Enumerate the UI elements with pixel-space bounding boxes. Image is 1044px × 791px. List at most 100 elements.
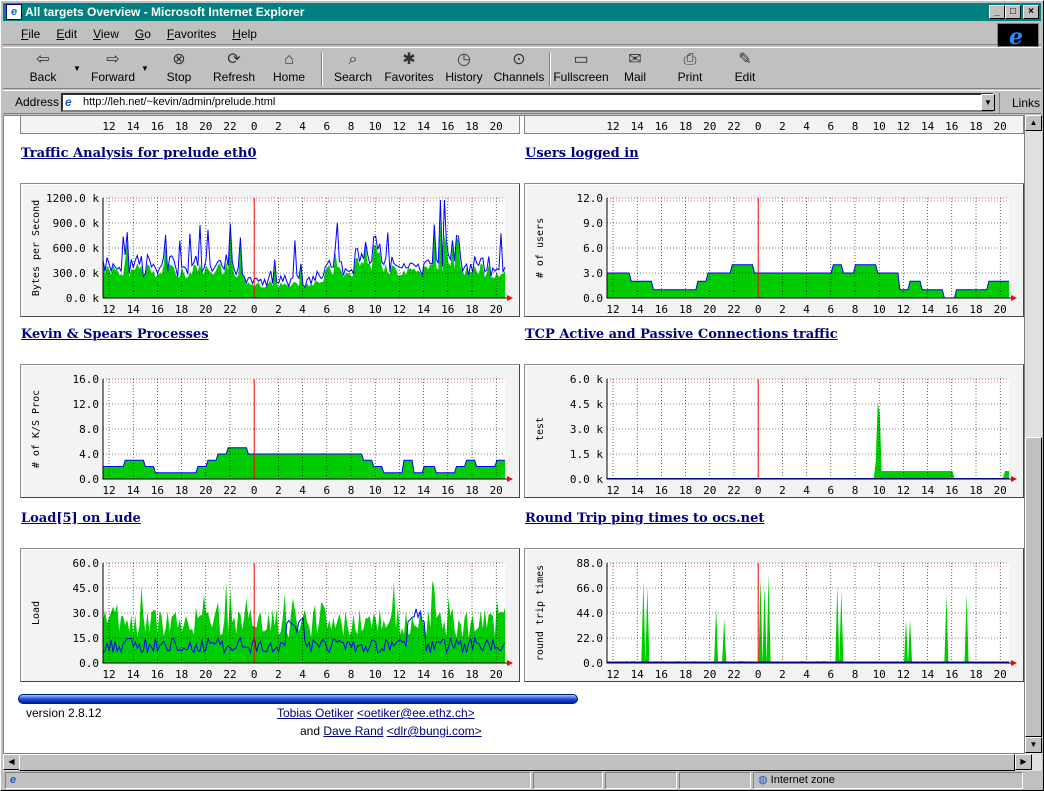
page-status-icon: e (10, 774, 17, 786)
x-tick-label: 12 (393, 120, 406, 133)
mail-button[interactable]: ✉ Mail (615, 50, 655, 88)
home-button[interactable]: ⌂ Home (265, 50, 313, 88)
author2-link[interactable]: Dave Rand (323, 724, 383, 738)
x-tick-label: 22 (223, 120, 236, 133)
x-tick-label: 18 (175, 120, 188, 133)
x-tick-label: 14 (921, 303, 935, 316)
email2-link[interactable]: <dlr@bungi.com> (387, 724, 482, 738)
fullscreen-button[interactable]: ▭ Fullscreen (553, 50, 609, 88)
address-dropdown-icon[interactable]: ▼ (981, 94, 995, 111)
x-tick-label: 18 (969, 484, 982, 497)
favorites-icon: ✱ (402, 51, 416, 68)
maximize-button[interactable]: □ (1005, 5, 1021, 19)
channels-button[interactable]: ⊙ Channels (491, 50, 547, 88)
horizontal-scroll-thumb[interactable] (19, 754, 1015, 771)
x-tick-label: 18 (969, 120, 982, 133)
x-tick-label: 16 (441, 484, 454, 497)
x-tick-label: 0 (251, 668, 258, 681)
back-arrow-icon: ⇦ (36, 51, 50, 68)
y-tick-label: 44.0 (577, 607, 604, 620)
graph-title-link[interactable]: TCP Active and Passive Connections traff… (525, 327, 838, 342)
x-tick-label: 16 (655, 120, 668, 133)
menu-edit[interactable]: Edit (56, 27, 77, 41)
history-button[interactable]: ◷ History (441, 50, 487, 88)
home-icon: ⌂ (284, 51, 294, 68)
favorites-button[interactable]: ✱ Favorites (383, 50, 435, 88)
version-text: version 2.8.12 (26, 706, 102, 720)
scroll-down-icon[interactable]: ▼ (1025, 737, 1042, 753)
graph-image[interactable]: 12 14 16 18 20 22 0 2 4 6 8 10 12 14 16 18 20 16.0 12.0 8.0… (20, 364, 520, 498)
graph-title-link[interactable]: Load[5] on Lude (21, 511, 141, 526)
x-tick-label: 0 (251, 303, 258, 316)
graph-title-link[interactable]: Traffic Analysis for prelude eth0 (21, 146, 257, 161)
graph-image[interactable]: 12 14 16 18 20 22 0 2 4 6 8 10 12 14 16 18 20 88.0 66.0 44.… (524, 548, 1024, 682)
refresh-button[interactable]: ⟳ Refresh (209, 50, 259, 88)
graph-image[interactable]: 12 14 16 18 20 22 0 2 4 6 8 10 12 14 16 18 20 6.0 k 4.5 k 3… (524, 364, 1024, 498)
back-button[interactable]: ⇦ Back (17, 50, 69, 88)
scroll-left-icon[interactable]: ◀ (3, 754, 20, 770)
x-tick-label: 16 (945, 120, 958, 133)
x-tick-label: 2 (779, 120, 786, 133)
menu-help[interactable]: Help (232, 27, 257, 41)
history-icon: ◷ (457, 51, 471, 68)
horizontal-scrollbar[interactable]: ◀ ▶ (3, 754, 1042, 771)
y-tick-label: 0.0 (583, 657, 603, 670)
edit-button[interactable]: ✎ Edit (725, 50, 765, 88)
x-tick-label: 18 (465, 484, 478, 497)
links-button[interactable]: Links (999, 93, 1040, 113)
x-tick-label: 12 (897, 303, 910, 316)
y-tick-label: 3.0 k (570, 423, 603, 436)
x-tick-label: 10 (873, 120, 886, 133)
channels-icon: ⊙ (512, 51, 526, 68)
graph-title-link[interactable]: Kevin & Spears Processes (21, 327, 209, 342)
address-input[interactable]: e http://leh.net/~kevin/admin/prelude.ht… (61, 93, 993, 112)
x-tick-label: 2 (275, 484, 282, 497)
menu-view[interactable]: View (93, 27, 119, 41)
x-tick-label: 18 (679, 484, 692, 497)
and-text: and (300, 724, 321, 738)
x-tick-label: 8 (348, 668, 355, 681)
x-tick-label: 20 (199, 303, 212, 316)
status-main: e (5, 772, 531, 789)
x-tick-label: 20 (199, 484, 212, 497)
x-tick-label: 22 (223, 484, 236, 497)
graph-image[interactable]: 12 14 16 18 20 22 0 2 4 6 8 10 12 14 16 18 20 1200.0 k 900… (20, 183, 520, 317)
y-tick-label: 0.0 k (66, 292, 99, 305)
x-tick-label: 20 (994, 484, 1007, 497)
x-tick-label: 20 (703, 120, 716, 133)
x-tick-label: 4 (803, 484, 810, 497)
x-tick-label: 4 (803, 120, 810, 133)
y-tick-label: 22.0 (577, 632, 604, 645)
graph-title-link[interactable]: Users logged in (525, 146, 639, 161)
vertical-scrollbar[interactable]: ▲ ▼ (1025, 115, 1042, 754)
x-tick-label: 12 (393, 303, 406, 316)
close-button[interactable]: × (1023, 5, 1039, 19)
vertical-scroll-thumb[interactable] (1025, 437, 1042, 737)
search-button[interactable]: ⌕ Search (329, 50, 377, 88)
email1-link[interactable]: <oetiker@ee.ethz.ch> (357, 706, 475, 720)
x-tick-label: 20 (703, 303, 716, 316)
x-tick-label: 22 (727, 484, 740, 497)
minimize-button[interactable]: _ (989, 5, 1005, 19)
menu-go[interactable]: Go (135, 27, 151, 41)
back-dropdown-icon[interactable]: ▼ (73, 64, 81, 73)
y-tick-label: 9.0 (583, 217, 603, 230)
x-tick-label: 16 (945, 303, 958, 316)
menu-file[interactable]: File (21, 27, 40, 41)
forward-button[interactable]: ⇨ Forward (85, 50, 141, 88)
print-button[interactable]: ⎙ Print (669, 50, 711, 88)
scroll-up-icon[interactable]: ▲ (1025, 115, 1042, 131)
browser-window: e All targets Overview - Microsoft Inter… (0, 0, 1044, 791)
stop-button[interactable]: ⊗ Stop (155, 50, 203, 88)
x-tick-label: 22 (727, 668, 740, 681)
menu-favorites[interactable]: Favorites (167, 27, 216, 41)
graph-image[interactable]: 12 14 16 18 20 22 0 2 4 6 8 10 12 14 16 18 20 60.0 45.0 30.… (20, 548, 520, 682)
previous-graph-strip: 12 14 16 18 20 22 0 2 4 6 8 10 12 14 16 18 20 (20, 116, 520, 134)
x-tick-label: 12 (897, 668, 910, 681)
x-tick-label: 18 (679, 303, 692, 316)
author1-link[interactable]: Tobias Oetiker (277, 706, 354, 720)
graph-title-link[interactable]: Round Trip ping times to ocs.net (525, 511, 764, 526)
graph-image[interactable]: 12 14 16 18 20 22 0 2 4 6 8 10 12 14 16 18 20 12.0 9.0 6.0 3… (524, 183, 1024, 317)
forward-dropdown-icon[interactable]: ▼ (141, 64, 149, 73)
scroll-right-icon[interactable]: ▶ (1015, 754, 1032, 770)
